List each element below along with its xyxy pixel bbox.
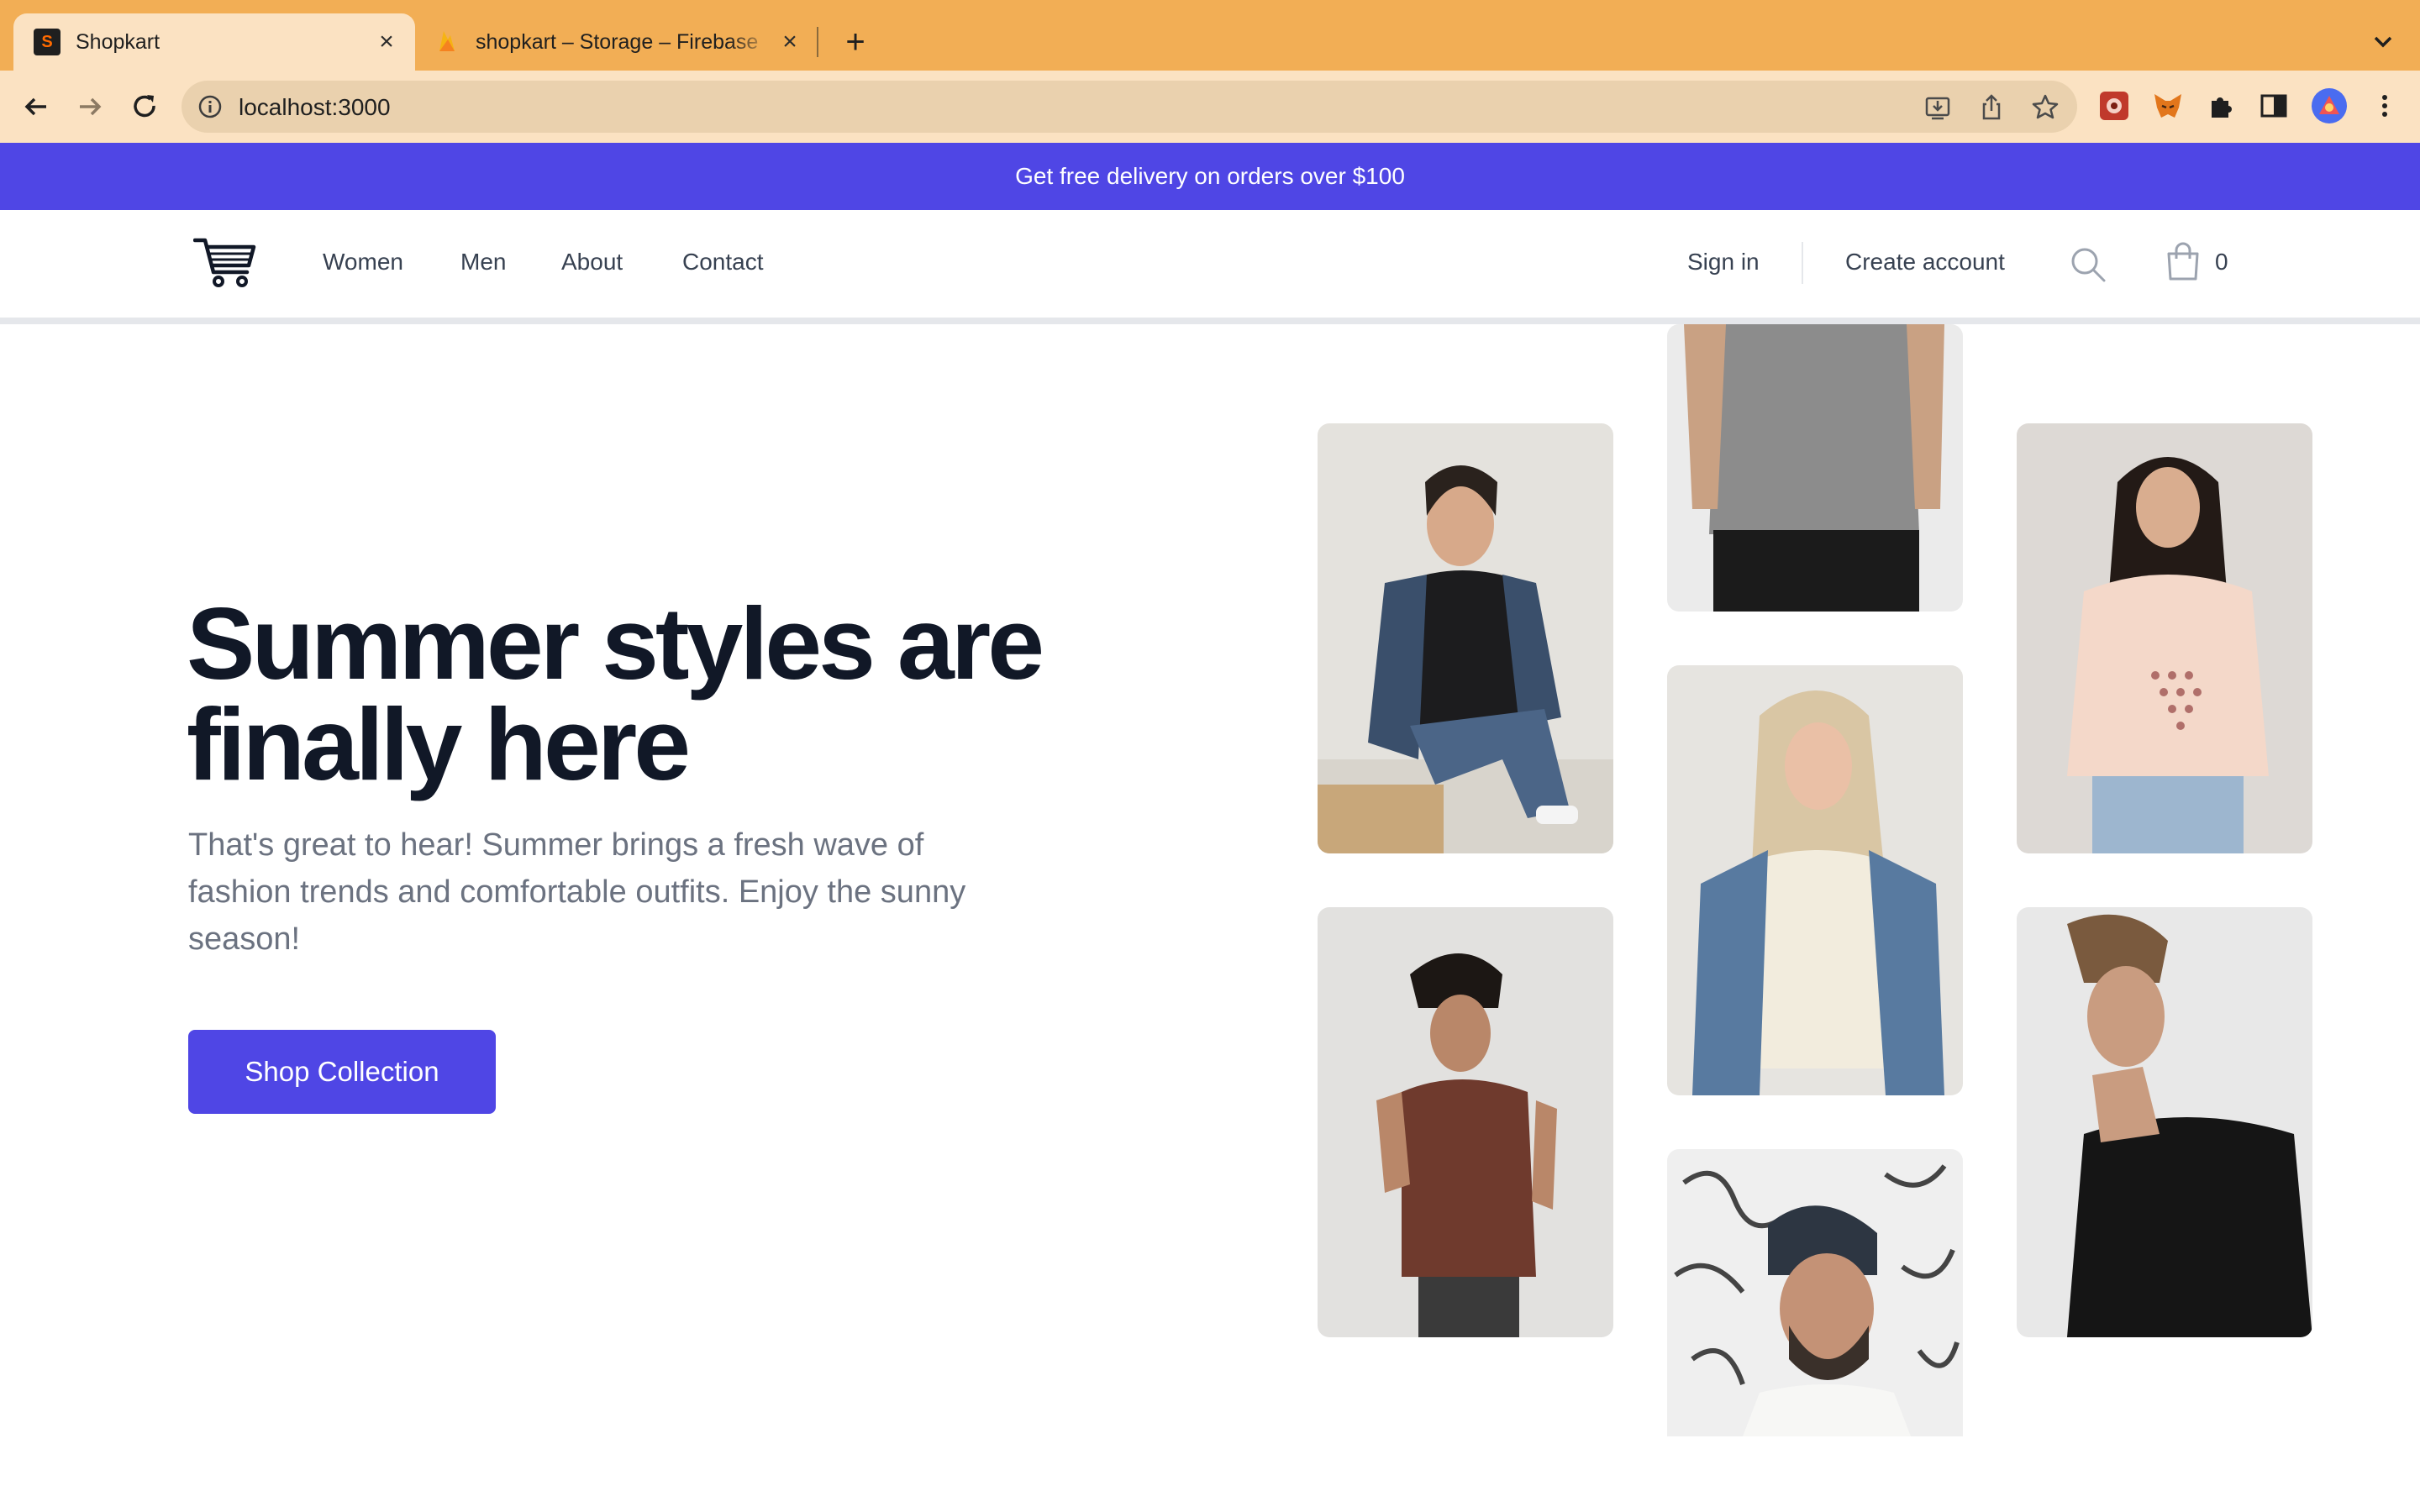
url-text[interactable]: localhost:3000 [239, 94, 391, 121]
woman-denim-jacket-photo [1318, 423, 1613, 853]
shopping-cart-logo-icon[interactable] [193, 235, 257, 291]
close-tab-icon[interactable]: × [773, 25, 807, 59]
woman-pink-tshirt-photo [2017, 423, 2312, 853]
new-tab-icon[interactable]: + [837, 24, 874, 60]
promo-banner: Get free delivery on orders over $100 [0, 143, 2420, 210]
man-beanie-glasses-photo [1667, 1149, 1963, 1436]
site-info-icon[interactable] [197, 93, 224, 120]
tab-separator [817, 27, 818, 57]
extensions-puzzle-icon[interactable] [2205, 89, 2238, 123]
back-icon[interactable] [17, 87, 55, 126]
reload-icon[interactable] [126, 87, 165, 126]
tab-title: Shopkart [76, 29, 160, 54]
man-brown-tshirt-photo [1318, 907, 1613, 1337]
header-divider [1802, 242, 1803, 284]
man-gray-tshirt-photo [1667, 324, 1963, 612]
search-icon[interactable] [2069, 245, 2107, 284]
profile-avatar-icon[interactable] [2311, 87, 2348, 124]
browser-toolbar: localhost:3000 [0, 71, 2420, 143]
firebase-flame-icon [434, 29, 460, 55]
nav-link-women[interactable]: Women [323, 249, 403, 276]
shopkart-favicon-icon: S [34, 29, 60, 55]
share-icon[interactable] [1976, 92, 2007, 123]
install-app-icon[interactable] [1923, 92, 1953, 123]
nav-link-men[interactable]: Men [460, 249, 506, 276]
browser-menu-icon[interactable] [2368, 89, 2402, 123]
close-tab-icon[interactable]: × [370, 25, 403, 59]
hero-title: Summer styles are finally here [187, 586, 1044, 801]
forward-icon[interactable] [71, 87, 109, 126]
bookmark-star-icon[interactable] [2030, 92, 2060, 123]
cart-count[interactable]: 0 [2215, 249, 2228, 276]
side-panel-icon[interactable] [2257, 89, 2291, 123]
extension-red-icon[interactable] [2097, 89, 2131, 123]
tab-firebase[interactable]: shopkart – Storage – Firebase × [425, 13, 818, 71]
metamask-fox-icon[interactable] [2151, 89, 2185, 123]
create-account-link[interactable]: Create account [1845, 249, 2005, 276]
sign-in-link[interactable]: Sign in [1687, 249, 1760, 276]
shop-collection-button[interactable]: Shop Collection [188, 1030, 496, 1114]
nav-link-contact[interactable]: Contact [682, 249, 764, 276]
man-black-tshirt-photo [2017, 907, 2312, 1337]
hero-description: That's great to hear! Summer brings a fr… [188, 827, 966, 957]
tab-search-chevron-icon[interactable] [2366, 24, 2400, 60]
tab-title: shopkart – Storage – Firebase [476, 29, 759, 54]
browser-tab-bar: S Shopkart × shopkart – Storage – Fireba… [0, 0, 2420, 71]
shopping-bag-icon[interactable] [2165, 240, 2202, 282]
woman-cream-tshirt-denim-photo [1667, 665, 1963, 1095]
address-bar[interactable]: localhost:3000 [182, 81, 2077, 133]
nav-link-about[interactable]: About [561, 249, 623, 276]
tab-shopkart[interactable]: S Shopkart × [13, 13, 415, 71]
site-header: Women Men About Contact Sign in Create a… [0, 210, 2420, 324]
